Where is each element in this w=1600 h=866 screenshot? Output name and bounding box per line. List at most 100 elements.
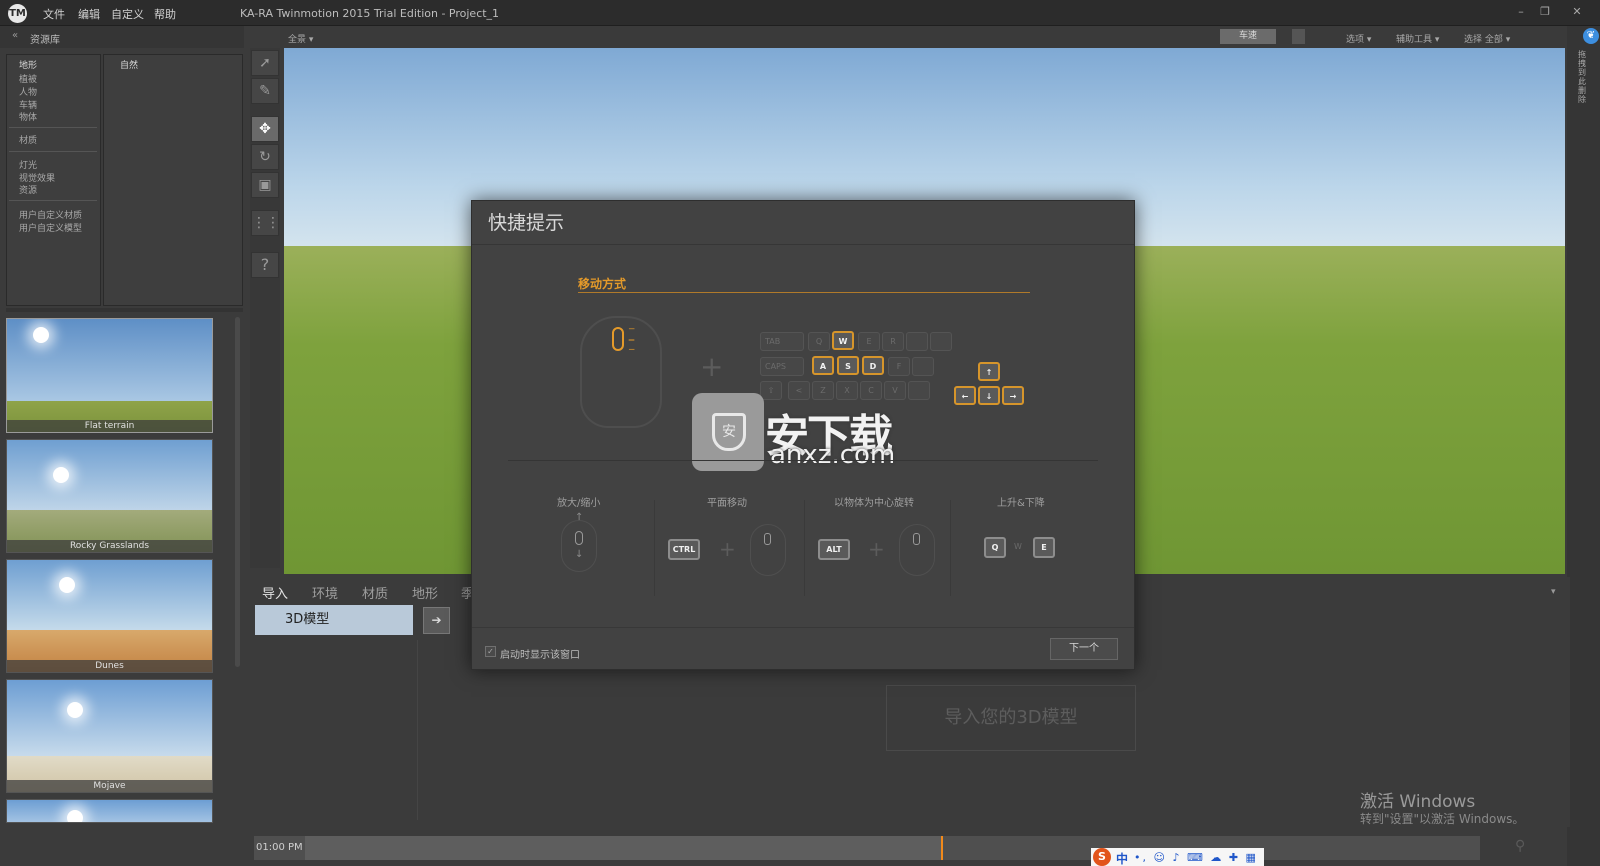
scale-tool-icon[interactable]: ▣	[251, 172, 279, 198]
helpers-menu[interactable]: 辅助工具 ▾	[1396, 32, 1439, 45]
key-q: Q	[808, 332, 830, 351]
zoom-up-arrow-icon: ↑	[575, 512, 584, 523]
sun-icon	[59, 577, 75, 593]
subcategory-nature[interactable]: 自然	[120, 58, 138, 71]
pan-mouse-icon	[750, 524, 786, 576]
preset-sky	[7, 560, 212, 632]
preset-rocky-grasslands[interactable]: Rocky Grasslands	[6, 439, 213, 553]
arrow-up-key: ↑	[978, 362, 1000, 381]
select-tool-icon[interactable]: ➚	[251, 50, 279, 76]
move-tool-icon[interactable]: ✥	[251, 116, 279, 142]
footprint-icon[interactable]: ⚲	[1515, 838, 1535, 858]
watermark-badge-glyph: 安	[712, 413, 746, 451]
minimize-button[interactable]: –	[1510, 3, 1532, 21]
speed-button[interactable]: 车速	[1220, 29, 1276, 44]
ctrl-key: CTRL	[668, 539, 700, 560]
zoom-wheel-icon	[575, 531, 583, 545]
preset-label: Dunes	[7, 660, 212, 672]
category-vegetation[interactable]: 植被	[19, 72, 37, 85]
key-tab: TAB	[760, 332, 804, 351]
click-waves-icon: ⁻ – ₋	[628, 324, 636, 356]
time-label: 01:00 PM	[256, 842, 303, 853]
ime-logo-icon[interactable]: S	[1093, 848, 1111, 866]
arrow-down-key: ↓	[978, 386, 1000, 405]
model-list-item[interactable]: 3D模型	[255, 605, 413, 635]
tab-import[interactable]: 导入	[262, 583, 288, 602]
collapse-arrow-icon[interactable]: «	[12, 30, 18, 41]
window-title: KA-RA Twinmotion 2015 Trial Edition - Pr…	[240, 7, 500, 20]
mouse-wheel-icon	[612, 327, 624, 351]
category-resources[interactable]: 资源	[19, 183, 37, 196]
category-lights[interactable]: 灯光	[19, 158, 37, 171]
grid-tool-icon[interactable]: ⋮⋮	[251, 210, 280, 236]
windows-activation-title: 激活 Windows	[1360, 792, 1476, 812]
pan-label: 平面移动	[707, 498, 747, 509]
watermark-url: anxz.com	[770, 440, 896, 470]
key-f: F	[888, 357, 910, 376]
show-on-start-checkbox[interactable]: ✓	[485, 646, 496, 657]
import-drop-zone[interactable]: 导入您的3D模型	[886, 685, 1136, 751]
helpers-label: 辅助工具	[1396, 35, 1433, 45]
key-x: X	[836, 381, 858, 400]
collapse-panel-icon[interactable]: ▾	[1551, 587, 1556, 597]
select-all-label: 选择 全部	[1464, 35, 1503, 45]
preset-dunes[interactable]: Dunes	[6, 559, 213, 673]
menu-customize[interactable]: 自定义	[111, 6, 144, 22]
dialog-divider	[472, 244, 1134, 245]
close-button[interactable]: ✕	[1566, 3, 1588, 21]
ime-language[interactable]: 中	[1116, 850, 1128, 866]
list-divider	[417, 640, 418, 820]
tab-environment[interactable]: 环境	[312, 583, 338, 602]
tab-materials[interactable]: 材质	[362, 583, 388, 602]
square-toggle[interactable]	[1292, 29, 1305, 44]
ime-icons[interactable]: •, ☺ ♪ ⌨ ☁ ✚ ▦	[1134, 851, 1258, 864]
menu-help[interactable]: 帮助	[154, 6, 176, 22]
key-a: A	[812, 356, 834, 375]
subcategory-list	[103, 54, 243, 306]
select-all-menu[interactable]: 选择 全部 ▾	[1464, 32, 1510, 45]
maximize-button[interactable]: ❐	[1534, 3, 1556, 21]
view-mode-dropdown[interactable]: 全景 ▾	[288, 32, 313, 45]
options-menu[interactable]: 选项 ▾	[1346, 32, 1371, 45]
key-e: E	[858, 332, 880, 351]
app-logo-icon[interactable]: TM	[8, 4, 27, 23]
key-shift: ⇧	[760, 381, 782, 400]
category-people[interactable]: 人物	[19, 85, 37, 98]
orbit-mouse-icon	[899, 524, 935, 576]
category-user-materials[interactable]: 用户自定义材质	[19, 208, 82, 221]
dialog-footer-divider	[472, 627, 1134, 628]
menu-file[interactable]: 文件	[43, 6, 65, 22]
dialog-mid-divider	[508, 460, 1098, 461]
timeline-track[interactable]	[305, 836, 941, 860]
menu-edit[interactable]: 编辑	[78, 6, 100, 22]
category-terrain[interactable]: 地形	[19, 58, 37, 71]
panel-splitter[interactable]	[6, 308, 243, 312]
library-scrollbar[interactable]	[235, 317, 240, 667]
section-underline	[578, 292, 1030, 293]
brush-tool-icon[interactable]: ✎	[251, 78, 279, 104]
sun-icon	[67, 810, 83, 822]
orbit-wheel-icon	[913, 533, 920, 545]
preset-flat-terrain[interactable]: Flat terrain	[6, 318, 213, 433]
sun-icon	[67, 702, 83, 718]
rotate-tool-icon[interactable]: ↻	[251, 144, 279, 170]
key-blank	[912, 357, 934, 376]
import-arrow-icon[interactable]: ➔	[423, 607, 450, 634]
plus-icon: +	[868, 537, 885, 561]
timeline-marker[interactable]	[941, 836, 943, 860]
category-objects[interactable]: 物体	[19, 110, 37, 123]
link-icon[interactable]: ❦	[1583, 28, 1599, 44]
section-divider	[804, 500, 805, 596]
tab-terrain[interactable]: 地形	[412, 583, 438, 602]
help-tool-icon[interactable]: ?	[251, 252, 279, 278]
key-z: Z	[812, 381, 834, 400]
category-user-models[interactable]: 用户自定义模型	[19, 221, 82, 234]
preset-partial[interactable]	[6, 799, 213, 823]
next-button[interactable]: 下一个	[1050, 638, 1118, 660]
preset-mojave[interactable]: Mojave	[6, 679, 213, 793]
preset-sky	[7, 680, 212, 758]
key-w: W	[832, 331, 854, 350]
category-materials[interactable]: 材质	[19, 133, 37, 146]
preset-label: Rocky Grasslands	[7, 540, 212, 552]
key-blank	[906, 332, 928, 351]
